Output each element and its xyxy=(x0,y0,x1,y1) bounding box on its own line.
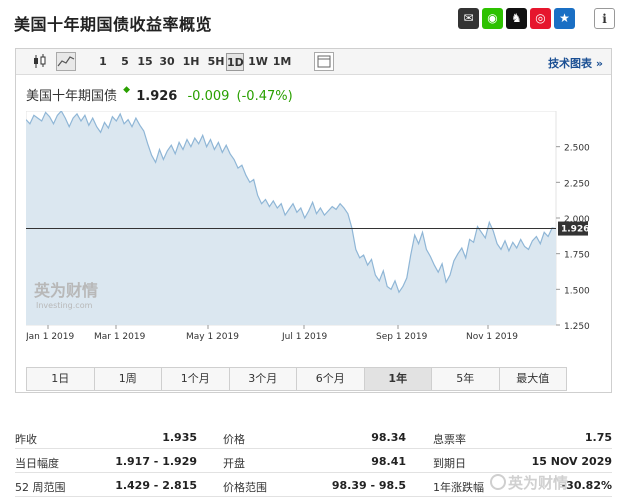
timeframe-15[interactable]: 15 xyxy=(136,53,154,71)
current-value-label: 1.926 xyxy=(561,225,589,235)
y-tick-label: 1.500 xyxy=(564,286,590,296)
mail-icon[interactable]: ✉ xyxy=(458,8,479,29)
range-button-3[interactable]: 3个月 xyxy=(230,368,297,390)
range-button-1[interactable]: 1周 xyxy=(95,368,162,390)
quote-line: 美国十年期国债 ◆ 1.926 -0.009 (-0.47%) xyxy=(26,85,293,105)
range-button-0[interactable]: 1日 xyxy=(27,368,95,390)
y-tick-label: 1.250 xyxy=(564,322,590,332)
area-chart-icon[interactable] xyxy=(56,52,76,71)
stat-label: 到期日 xyxy=(433,457,466,470)
chart-toolbar: 1 5 15 30 1H 5H 1D 1W 1M 技术图表 » xyxy=(16,49,611,75)
price-change: -0.009 xyxy=(187,89,230,104)
timeframe-1h[interactable]: 1H xyxy=(181,53,201,71)
stat-label: 价格范围 xyxy=(223,481,267,494)
x-tick-label: Sep 1 2019 xyxy=(376,332,428,342)
range-button-4[interactable]: 6个月 xyxy=(297,368,365,390)
stat-label: 昨收 xyxy=(15,433,37,446)
status-diamond-icon: ◆ xyxy=(123,85,131,95)
corner-watermark: 英为财情 xyxy=(508,474,569,492)
timeframe-1w[interactable]: 1W xyxy=(248,53,268,71)
watermark-logo: 英为财情 xyxy=(33,281,98,300)
stat-value: 98.41 xyxy=(371,455,406,468)
y-tick-label: 2.500 xyxy=(564,144,590,154)
watermark-badge-icon xyxy=(490,474,506,490)
stats-row: 当日幅度 1.917 - 1.929 开盘 98.41 到期日 15 NOV 2029 xyxy=(15,449,612,473)
chart-panel: 1 5 15 30 1H 5H 1D 1W 1M 技术图表 » 美国十年期国债 ◆ 1.926 … xyxy=(15,48,612,393)
stat-value: 98.34 xyxy=(371,431,406,444)
x-tick-label: May 1 2019 xyxy=(186,332,239,342)
x-tick-label: Jan 1 2019 xyxy=(26,332,74,342)
y-tick-label: 1.750 xyxy=(564,251,590,261)
weibo-icon[interactable]: ◎ xyxy=(530,8,551,29)
x-tick-label: Jul 1 2019 xyxy=(281,332,327,342)
y-tick-label: 2.250 xyxy=(564,179,590,189)
stat-value: 1.429 - 2.815 xyxy=(115,479,197,492)
stat-label: 价格 xyxy=(223,433,245,446)
x-tick-label: Mar 1 2019 xyxy=(94,332,146,342)
page-header: 美国十年期国债收益率概览 ✉ ◉ ♞ ◎ ★ i xyxy=(0,0,627,40)
stat-label: 当日幅度 xyxy=(15,457,59,470)
range-button-2[interactable]: 1个月 xyxy=(162,368,230,390)
range-button-6[interactable]: 5年 xyxy=(432,368,500,390)
stats-row: 昨收 1.935 价格 98.34 息票率 1.75 xyxy=(15,425,612,449)
timeframe-1m[interactable]: 1M xyxy=(272,53,292,71)
candlestick-icon[interactable] xyxy=(30,52,50,71)
yield-area-chart[interactable]: 2.5002.2502.0001.7501.5001.2501.926英为财情I… xyxy=(26,111,601,361)
last-price: 1.926 xyxy=(136,89,178,104)
stat-label: 1年涨跌幅 xyxy=(433,481,484,494)
range-button-5[interactable]: 1年 xyxy=(364,368,432,390)
stat-value: 1.75 xyxy=(584,431,612,444)
timeframe-1d[interactable]: 1D xyxy=(226,53,244,71)
range-button-7[interactable]: 最大值 xyxy=(500,368,567,390)
range-selector: 1日 1周 1个月 3个月 6个月 1年 5年 最大值 xyxy=(26,367,567,391)
page-title: 美国十年期国债收益率概览 xyxy=(14,15,213,34)
info-icon[interactable]: i xyxy=(594,8,615,29)
x-tick-label: Nov 1 2019 xyxy=(466,332,518,342)
favorite-icon[interactable]: ★ xyxy=(554,8,575,29)
stat-label: 52 周范围 xyxy=(15,481,66,494)
technical-chart-link[interactable]: 技术图表 » xyxy=(548,55,603,71)
timeframe-30[interactable]: 30 xyxy=(158,53,176,71)
stat-value: 1.935 xyxy=(162,431,197,444)
wechat-icon[interactable]: ◉ xyxy=(482,8,503,29)
qq-icon[interactable]: ♞ xyxy=(506,8,527,29)
timeframe-5h[interactable]: 5H xyxy=(206,53,226,71)
timeframe-5[interactable]: 5 xyxy=(118,53,132,71)
stat-value: 15 NOV 2029 xyxy=(531,455,612,468)
stat-label: 开盘 xyxy=(223,457,245,470)
calendar-icon[interactable] xyxy=(314,52,334,71)
watermark-logo-sub: Investing.com xyxy=(36,301,93,310)
stat-label: 息票率 xyxy=(433,433,466,446)
stat-value: 1.917 - 1.929 xyxy=(115,455,197,468)
stat-value: 98.39 - 98.5 xyxy=(331,479,406,492)
instrument-name: 美国十年期国债 xyxy=(26,89,118,104)
price-change-percent: (-0.47%) xyxy=(236,89,293,104)
timeframe-1[interactable]: 1 xyxy=(96,53,110,71)
